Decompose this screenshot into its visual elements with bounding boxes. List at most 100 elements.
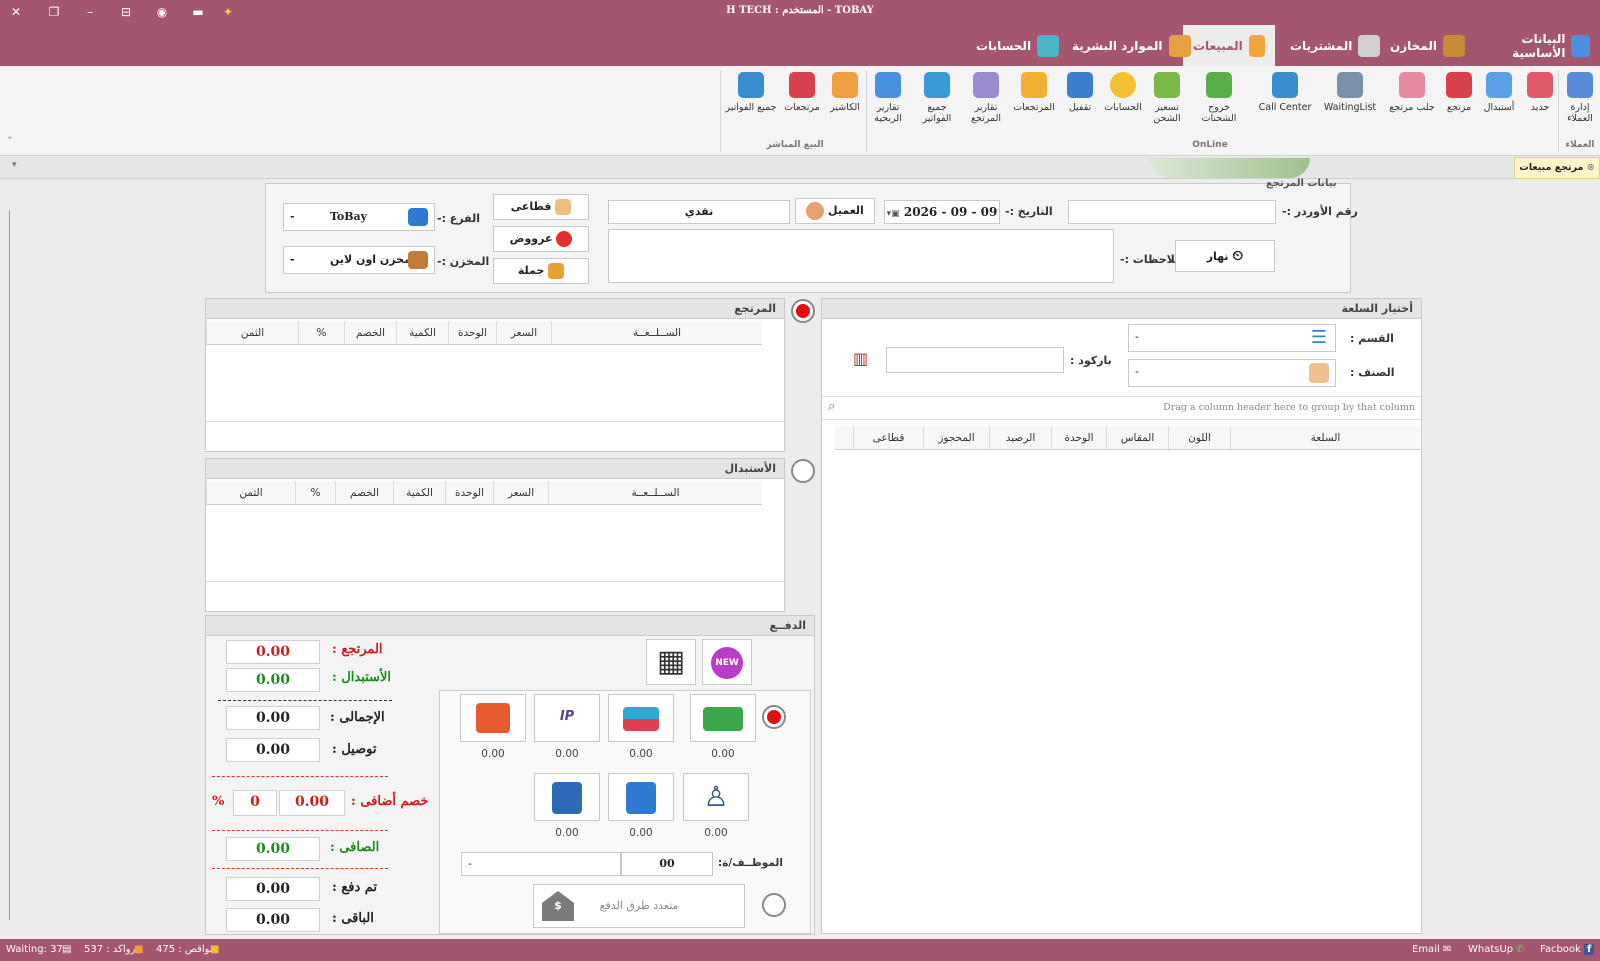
category-select[interactable]: - ☰ xyxy=(1128,324,1336,352)
return-button[interactable]: مرتجع xyxy=(1440,70,1478,140)
col-pct[interactable]: % xyxy=(298,321,344,344)
return-radio[interactable] xyxy=(791,299,815,323)
col-discount[interactable]: الخصم xyxy=(344,321,396,344)
minimize-window-button[interactable]: – xyxy=(80,3,100,21)
extra-discount-pct[interactable]: 0 xyxy=(233,790,277,816)
col-amount[interactable]: الثمن xyxy=(206,481,295,504)
col-unit[interactable]: الوحدة xyxy=(1051,426,1106,449)
bank-method-button[interactable] xyxy=(608,773,674,821)
cashier-button[interactable]: الكاشير xyxy=(826,70,864,140)
col-amount[interactable]: الثمن xyxy=(206,321,298,344)
exchange-button[interactable]: أستبدال xyxy=(1480,70,1518,140)
direct-returns-button[interactable]: مرتجعات xyxy=(782,70,822,140)
left-scroll-track[interactable] xyxy=(9,210,10,920)
tab-purchases[interactable]: المشتريات xyxy=(1280,25,1390,66)
wallet-method-button[interactable] xyxy=(460,694,526,742)
customer-input[interactable]: نقدي xyxy=(608,200,790,224)
exchange-radio[interactable] xyxy=(791,459,815,483)
email-link[interactable]: Email xyxy=(1412,944,1440,955)
waiting-list-button[interactable]: WaitingList xyxy=(1322,70,1378,140)
calendar-dropdown-icon[interactable]: ▾▣ xyxy=(887,209,900,219)
col-price[interactable]: السعر xyxy=(493,481,548,504)
tab-stores[interactable]: المخازن xyxy=(1380,25,1475,66)
online-returns-button[interactable]: المرتجعات xyxy=(1010,70,1058,140)
restore-window-button[interactable]: ❐ xyxy=(44,3,64,21)
barcode-input[interactable] xyxy=(886,347,1064,373)
waiting-count[interactable]: Waiting: 37 xyxy=(6,944,63,955)
single-pay-radio[interactable] xyxy=(762,705,786,729)
card-method-button[interactable] xyxy=(608,694,674,742)
paid-value[interactable]: 0.00 xyxy=(226,877,320,901)
close-shift-button[interactable]: تقفيل xyxy=(1062,70,1098,140)
col-color[interactable]: اللون xyxy=(1168,426,1230,449)
agent-method-button[interactable]: ♙ xyxy=(683,773,749,821)
close-window-button[interactable]: ✕ xyxy=(6,3,26,21)
screen-icon[interactable]: ▬ xyxy=(188,3,208,21)
email-icon[interactable]: ✉ xyxy=(1443,944,1451,955)
tab-accounts[interactable]: الحسابات xyxy=(966,25,1069,66)
tab-list-chevron-icon[interactable]: ▾ xyxy=(12,160,17,170)
whatsapp-icon[interactable]: ✆ xyxy=(1516,944,1524,955)
col-retail[interactable]: قطاعى xyxy=(853,426,923,449)
order-no-input[interactable] xyxy=(1068,200,1276,224)
online-accounts-button[interactable]: الحسابات xyxy=(1102,70,1144,140)
barcode-scan-icon[interactable]: ▥ xyxy=(853,349,868,368)
company-method-button[interactable] xyxy=(534,773,600,821)
col-qty[interactable]: الكمية xyxy=(396,321,448,344)
col-item[interactable]: الســلــعــة xyxy=(551,321,762,344)
facebook-link[interactable]: Facbook xyxy=(1540,944,1581,955)
multi-pay-radio[interactable] xyxy=(762,893,786,917)
online-all-invoices-button[interactable]: جميع الفواتير xyxy=(912,70,962,140)
col-size[interactable]: المقاس xyxy=(1106,426,1168,449)
store-select[interactable]: - مخزن اون لاين xyxy=(283,246,435,274)
branch-select[interactable]: - ToBay xyxy=(283,203,435,231)
col-reserved[interactable]: المحجوز xyxy=(923,426,989,449)
col-balance[interactable]: الرصيد xyxy=(989,426,1051,449)
customers-mgmt-button[interactable]: إدارة العملاء xyxy=(1562,70,1598,140)
col-item[interactable]: الســلــعــة xyxy=(548,481,762,504)
group-by-bar[interactable]: ⌕ Drag a column header here to group by … xyxy=(822,396,1421,420)
theme-icon[interactable]: ◉ xyxy=(152,3,172,21)
facebook-icon[interactable]: f xyxy=(1584,944,1595,955)
new-button[interactable]: جديد xyxy=(1522,70,1558,140)
calculator-button[interactable]: ▦ xyxy=(646,639,696,685)
tab-hr[interactable]: الموارد البشرية xyxy=(1062,25,1201,66)
shortages-count[interactable]: نواقص : 475 xyxy=(156,944,213,955)
col-unit[interactable]: الوحدة xyxy=(445,481,493,504)
type-select[interactable]: - xyxy=(1128,359,1336,387)
tab-basic-data[interactable]: البيانات الأساسية xyxy=(1470,25,1600,66)
offers-button[interactable]: عرووض xyxy=(493,226,589,252)
col-pct[interactable]: % xyxy=(295,481,335,504)
fetch-return-button[interactable]: جلب مرتجع xyxy=(1388,70,1436,140)
col-unit[interactable]: الوحدة xyxy=(448,321,496,344)
direct-all-invoices-button[interactable]: جميع الفواتير xyxy=(724,70,778,140)
col-item[interactable]: السلعة xyxy=(1230,426,1420,449)
customer-button[interactable]: العميل xyxy=(795,198,875,224)
shift-selector[interactable]: نهار ⏲ xyxy=(1175,240,1275,272)
ship-price-button[interactable]: تسعير الشحن xyxy=(1148,70,1186,140)
return-reports-button[interactable]: تقارير المرتجع xyxy=(966,70,1006,140)
col-price[interactable]: السعر xyxy=(496,321,551,344)
search-icon[interactable]: ⌕ xyxy=(828,399,835,414)
col-discount[interactable]: الخصم xyxy=(335,481,393,504)
notes-input[interactable] xyxy=(608,229,1114,283)
col-qty[interactable]: الكمية xyxy=(393,481,445,504)
call-center-button[interactable]: Call Center xyxy=(1256,70,1314,140)
multi-pay-button[interactable]: متعدد طرق الدفع $ xyxy=(533,884,745,928)
employee-code-input[interactable]: 00 xyxy=(621,852,713,876)
whatsapp-link[interactable]: WhatsUp xyxy=(1468,944,1513,955)
new-payment-button[interactable]: NEW xyxy=(702,639,752,685)
cash-method-button[interactable] xyxy=(690,694,756,742)
date-picker[interactable]: ▾▣ 2026 - 09 - 09 xyxy=(884,200,1000,224)
ship-out-button[interactable]: خروج الشحنات xyxy=(1190,70,1248,140)
close-tab-icon[interactable]: ⊗ xyxy=(1587,162,1595,173)
instapay-method-button[interactable]: IP xyxy=(534,694,600,742)
layout-icon[interactable]: ⊟ xyxy=(116,3,136,21)
extra-discount-value[interactable]: 0.00 xyxy=(279,790,345,816)
employee-select[interactable]: - xyxy=(461,852,621,876)
wholesale-button[interactable]: جملة xyxy=(493,258,589,284)
doc-tab-sales-return[interactable]: مرتجع مبيعات ⊗ xyxy=(1514,157,1600,179)
stagnant-count[interactable]: رواكد : 537 xyxy=(84,944,135,955)
collapse-ribbon-icon[interactable]: ⌃ xyxy=(6,136,14,146)
retail-button[interactable]: قطاعى xyxy=(493,194,589,220)
